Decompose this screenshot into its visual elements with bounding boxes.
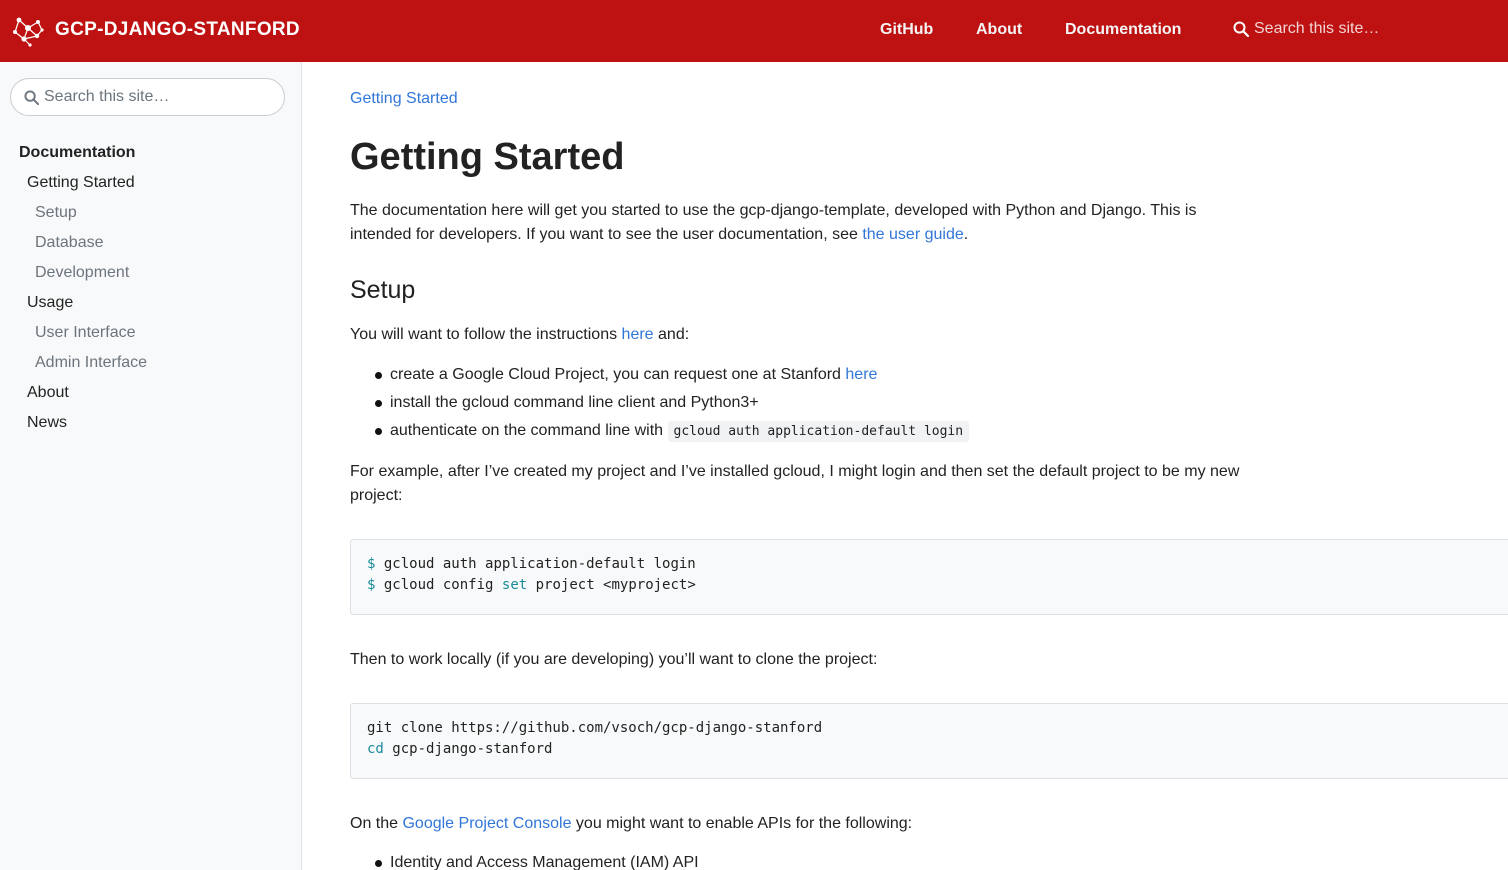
page-title: Getting Started [350, 136, 625, 178]
intro-end: . [963, 226, 969, 243]
breadcrumb[interactable]: Getting Started [350, 90, 458, 108]
code-text: gcp-django-stanford [392, 741, 553, 757]
brand-title[interactable]: GCP-DJANGO-STANFORD [55, 19, 300, 41]
sidebar-search-input[interactable] [44, 88, 264, 106]
shell-prompt: $ [367, 577, 376, 593]
sidebar-item-usage[interactable]: Usage [27, 294, 73, 312]
user-guide-link[interactable]: the user guide [862, 226, 963, 243]
code-line: git clone https://github.com/vsoch/gcp-d… [367, 720, 823, 736]
inline-code: gcloud auth application-default login [667, 421, 970, 442]
network-logo-icon [13, 17, 44, 47]
code-line: cd gcp-django-stanford [367, 739, 1503, 760]
console-paragraph: On the Google Project Console you might … [350, 812, 1260, 836]
search-icon [24, 89, 39, 105]
setup-text: You will want to follow the instructions [350, 326, 622, 343]
code-keyword: cd [367, 741, 384, 757]
sidebar-item-setup[interactable]: Setup [35, 204, 77, 222]
console-text-start: On the [350, 815, 403, 832]
sidebar-search [10, 78, 285, 116]
navbar-search [1233, 20, 1454, 38]
sidebar-item-news[interactable]: News [27, 414, 67, 432]
list-item: create a Google Cloud Project, you can r… [350, 363, 969, 391]
code-block-clone[interactable]: git clone https://github.com/vsoch/gcp-d… [350, 703, 1508, 779]
brand[interactable]: GCP-DJANGO-STANFORD [10, 12, 300, 48]
nav-link-about[interactable]: About [976, 21, 1022, 39]
setup-heading: Setup [350, 276, 416, 304]
google-console-link[interactable]: Google Project Console [402, 815, 571, 832]
bullet-1-text: create a Google Cloud Project, you can r… [390, 366, 846, 383]
stanford-request-link[interactable]: here [845, 366, 877, 383]
navbar-search-input[interactable] [1254, 20, 1454, 38]
top-navbar: GCP-DJANGO-STANFORD GitHub About Documen… [0, 0, 1508, 62]
sidebar-item-getting-started[interactable]: Getting Started [27, 174, 135, 192]
sidebar-item-admin-interface[interactable]: Admin Interface [35, 354, 147, 372]
sidebar-item-development[interactable]: Development [35, 264, 129, 282]
list-item: Identity and Access Management (IAM) API [350, 851, 699, 870]
instructions-link[interactable]: here [622, 326, 654, 343]
bullet-3-text: authenticate on the command line with [390, 422, 668, 439]
api-list: Identity and Access Management (IAM) API [350, 851, 699, 870]
shell-prompt: $ [367, 556, 376, 572]
intro-text: The documentation here will get you star… [350, 202, 1197, 243]
code-text: gcloud auth application-default login [383, 556, 696, 572]
nav-link-documentation[interactable]: Documentation [1065, 21, 1181, 39]
setup-list: create a Google Cloud Project, you can r… [350, 363, 970, 447]
console-text-end: you might want to enable APIs for the fo… [571, 815, 913, 832]
intro-paragraph: The documentation here will get you star… [350, 199, 1260, 247]
code-keyword: set [501, 577, 528, 593]
list-item: authenticate on the command line with gc… [350, 419, 970, 447]
sidebar-item-database[interactable]: Database [35, 234, 104, 252]
code-line: $ gcloud auth application-default login [367, 554, 1503, 575]
search-icon [1233, 21, 1249, 37]
main-content: Getting Started Getting Started The docu… [350, 62, 1508, 870]
setup-paragraph: You will want to follow the instructions… [350, 323, 1260, 347]
sidebar-item-about[interactable]: About [27, 384, 69, 402]
clone-paragraph: Then to work locally (if you are develop… [350, 651, 878, 668]
sidebar-item-documentation[interactable]: Documentation [19, 144, 135, 162]
list-item: install the gcloud command line client a… [350, 391, 969, 419]
code-text: project <myproject> [535, 577, 696, 593]
sidebar: Documentation Getting Started Setup Data… [0, 62, 302, 870]
code-text: gcloud config [383, 577, 494, 593]
nav-link-github[interactable]: GitHub [880, 21, 933, 39]
example-paragraph: For example, after I’ve created my proje… [350, 463, 1240, 504]
code-line: $ gcloud config set project <myproject> [367, 575, 1503, 596]
code-block-gcloud[interactable]: $ gcloud auth application-default login … [350, 539, 1508, 615]
sidebar-item-user-interface[interactable]: User Interface [35, 324, 135, 342]
setup-end: and: [653, 326, 690, 343]
